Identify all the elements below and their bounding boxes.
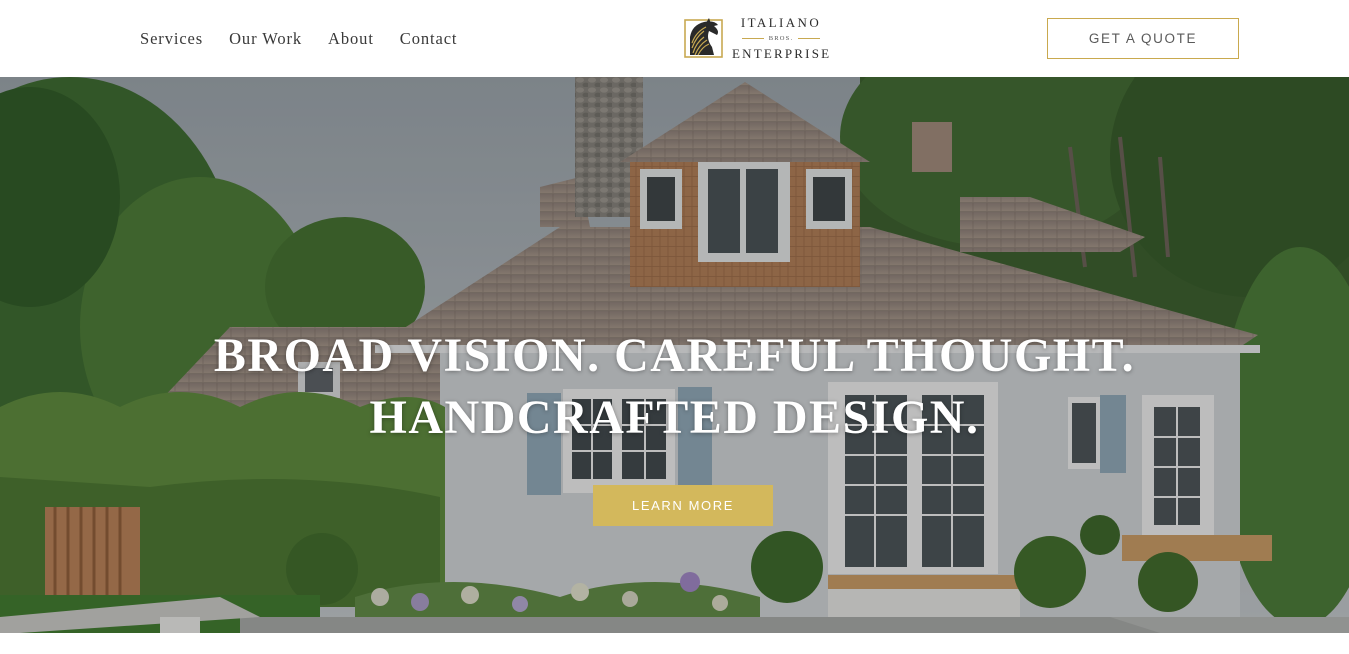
main-nav: Services Our Work About Contact (140, 29, 457, 49)
hero-headline-line-1: BROAD VISION. CAREFUL THOUGHT. (213, 329, 1136, 382)
hero-headline-line-2: HANDCRAFTED DESIGN. (369, 391, 980, 444)
logo-text-italiano: ITALIANO (740, 15, 822, 30)
site-logo[interactable]: ITALIANO BROS. ENTERPRISE (684, 15, 830, 61)
hero-headline: BROAD VISION. CAREFUL THOUGHT. HANDCRAFT… (0, 325, 1349, 449)
learn-more-button[interactable]: LEARN MORE (593, 485, 773, 526)
horse-head-logo-icon (684, 18, 723, 58)
hero-section: BROAD VISION. CAREFUL THOUGHT. HANDCRAFT… (0, 77, 1349, 633)
page-below-hero (0, 633, 1349, 654)
nav-link-about[interactable]: About (328, 29, 374, 49)
nav-link-contact[interactable]: Contact (400, 29, 458, 49)
logo-wordmark: ITALIANO BROS. ENTERPRISE (732, 15, 830, 61)
nav-link-services[interactable]: Services (140, 29, 203, 49)
site-header: Services Our Work About Contact ITALIANO… (0, 0, 1349, 77)
logo-text-bros: BROS. (768, 35, 794, 42)
get-a-quote-button[interactable]: GET A QUOTE (1047, 18, 1239, 59)
logo-divider: BROS. (732, 31, 830, 46)
nav-link-our-work[interactable]: Our Work (229, 29, 302, 49)
logo-text-enterprise: ENTERPRISE (732, 46, 832, 61)
